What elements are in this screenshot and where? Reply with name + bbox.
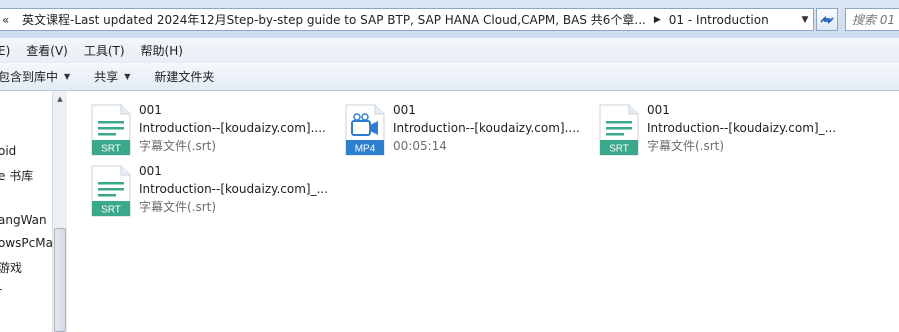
file-title: Introduction--[koudaizy.com]_... <box>139 182 329 196</box>
refresh-button[interactable] <box>816 8 838 31</box>
file-item[interactable]: MP4 001 Introduction--[koudaizy.com]....… <box>345 101 595 159</box>
breadcrumb-course[interactable]: 英文课程-Last updated 2024年12月Step-by-step g… <box>16 11 652 28</box>
nav-item-pc[interactable]: owsPcMa <box>0 236 52 250</box>
include-in-library-button[interactable]: 包含到库中 ▼ <box>0 68 82 85</box>
srt-file-icon: SRT <box>91 104 131 156</box>
chevron-down-icon: ▼ <box>124 72 131 81</box>
menu-bar: E) 查看(V) 工具(T) 帮助(H) <box>0 38 899 63</box>
include-in-library-label: 包含到库中 <box>0 70 59 84</box>
file-duration: 00:05:14 <box>393 139 447 153</box>
svg-text:MP4: MP4 <box>355 144 376 155</box>
file-item[interactable]: SRT 001 Introduction--[koudaizy.com]....… <box>91 101 341 159</box>
file-name: 001 <box>647 103 670 117</box>
file-type: 字幕文件(.srt) <box>647 139 725 153</box>
share-button[interactable]: 共享 ▼ <box>82 68 142 85</box>
menu-view[interactable]: 查看(V) <box>18 42 76 59</box>
breadcrumb-separator-icon[interactable]: ▶ <box>652 15 663 25</box>
share-label: 共享 <box>94 70 119 84</box>
breadcrumb-current-folder[interactable]: 01 - Introduction <box>663 13 775 27</box>
svg-text:SRT: SRT <box>101 205 121 216</box>
hidden-crumbs-chevron[interactable]: « <box>2 13 16 27</box>
menu-help[interactable]: 帮助(H) <box>133 42 191 59</box>
address-history-dropdown-icon[interactable]: ▼ <box>797 9 813 30</box>
svg-text:SRT: SRT <box>101 144 121 155</box>
refresh-icon <box>820 15 834 24</box>
nav-item-games[interactable]: 游戏 <box>0 259 22 276</box>
new-folder-label: 新建文件夹 <box>154 70 215 84</box>
address-bar[interactable]: « 英文课程-Last updated 2024年12月Step-by-step… <box>0 8 814 31</box>
file-name: 001 <box>393 103 416 117</box>
file-title: Introduction--[koudaizy.com]_... <box>647 121 837 135</box>
navigation-scrollbar[interactable]: ▲ <box>52 91 67 332</box>
mp4-video-icon: MP4 <box>345 104 385 156</box>
file-name: 001 <box>139 164 162 178</box>
file-item[interactable]: SRT 001 Introduction--[koudaizy.com]_...… <box>599 101 849 159</box>
nav-item-library[interactable]: e 书库 <box>0 167 33 184</box>
command-bar: 包含到库中 ▼ 共享 ▼ 新建文件夹 <box>0 63 899 91</box>
file-item[interactable]: SRT 001 Introduction--[koudaizy.com]_...… <box>91 162 341 220</box>
file-title: Introduction--[koudaizy.com].... <box>139 121 326 135</box>
srt-file-icon: SRT <box>599 104 639 156</box>
menu-edit[interactable]: E) <box>0 44 18 58</box>
new-folder-button[interactable]: 新建文件夹 <box>142 68 226 85</box>
scroll-up-icon[interactable]: ▲ <box>53 91 67 106</box>
menu-tools[interactable]: 工具(T) <box>76 42 133 59</box>
file-list: SRT 001 Introduction--[koudaizy.com]....… <box>67 91 899 332</box>
nav-item-user[interactable]: angWan <box>0 213 47 227</box>
file-name: 001 <box>139 103 162 117</box>
nav-item-more[interactable]: - <box>0 282 2 296</box>
scrollbar-thumb[interactable] <box>54 228 66 332</box>
file-title: Introduction--[koudaizy.com].... <box>393 121 580 135</box>
file-type: 字幕文件(.srt) <box>139 139 217 153</box>
srt-file-icon: SRT <box>91 165 131 217</box>
nav-item-android[interactable]: oid <box>0 144 16 158</box>
file-type: 字幕文件(.srt) <box>139 200 217 214</box>
svg-text:SRT: SRT <box>609 144 629 155</box>
chevron-down-icon: ▼ <box>64 72 71 81</box>
navigation-pane: oid e 书库 angWan owsPcMa 游戏 - <box>0 91 52 332</box>
search-input[interactable]: 搜索 01 <box>845 8 899 31</box>
address-bar-row: « 英文课程-Last updated 2024年12月Step-by-step… <box>0 0 899 38</box>
